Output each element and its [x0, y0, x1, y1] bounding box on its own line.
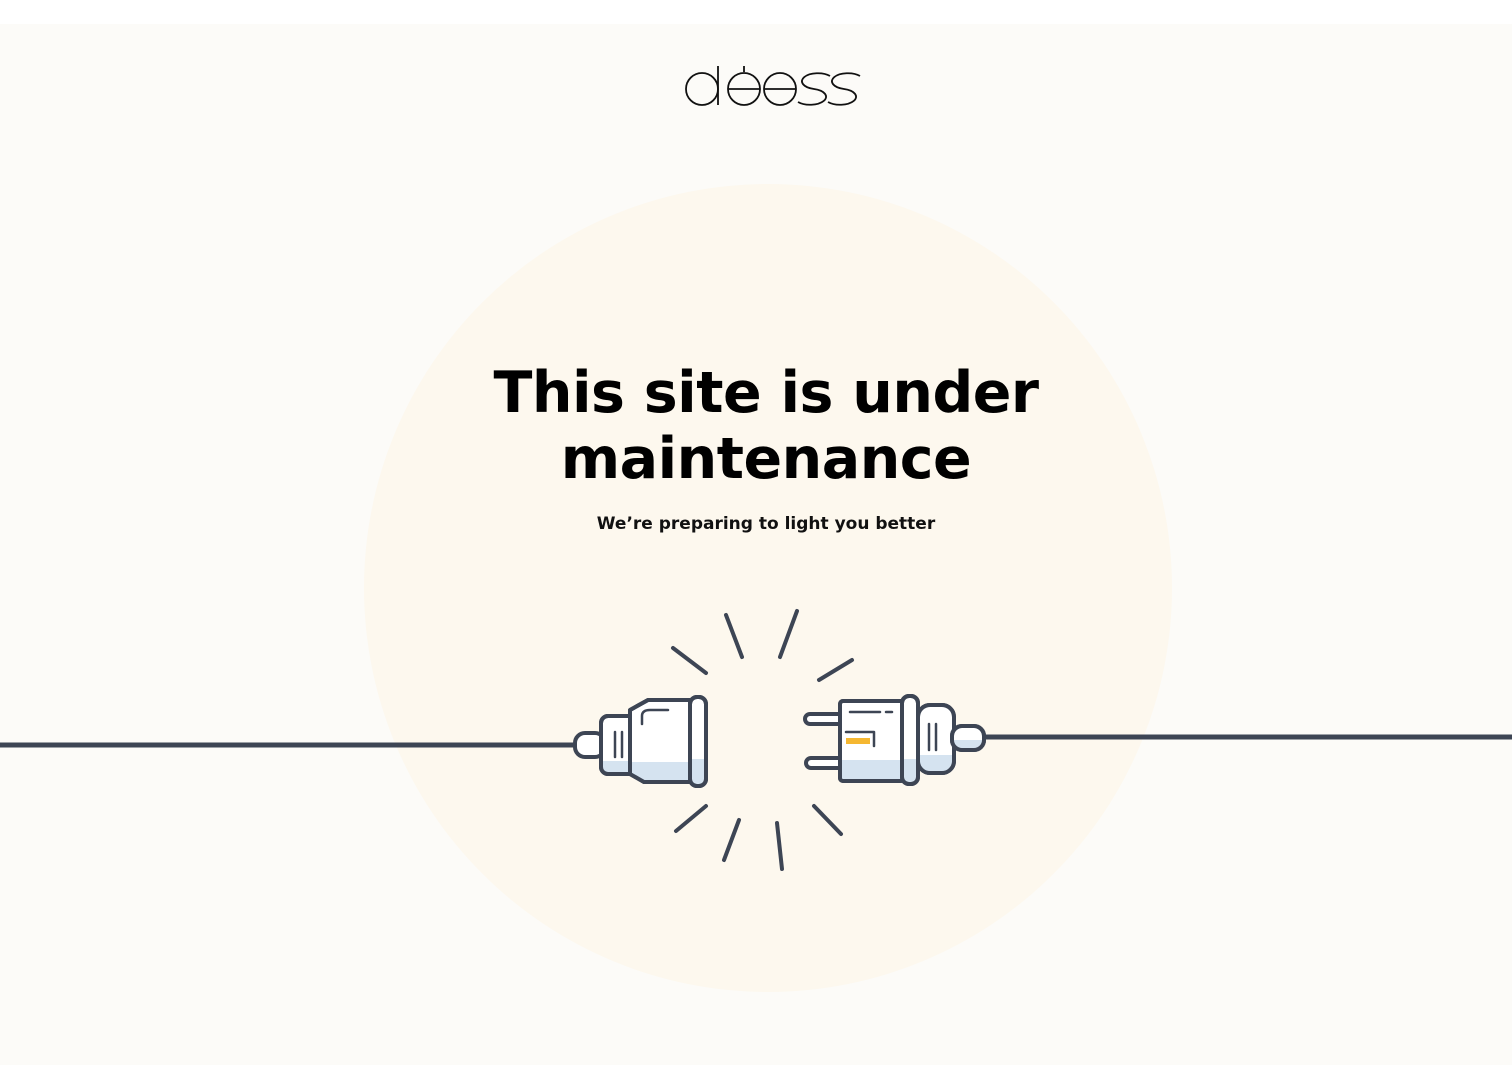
- right-plug: [803, 694, 986, 786]
- spark-lines-bottom: [674, 804, 843, 871]
- spark-lines-top: [671, 609, 854, 682]
- left-plug: [573, 695, 708, 788]
- unplugged-cable-icon: [0, 609, 1512, 871]
- maintenance-page: This site is under maintenance We’re pre…: [0, 24, 1512, 1065]
